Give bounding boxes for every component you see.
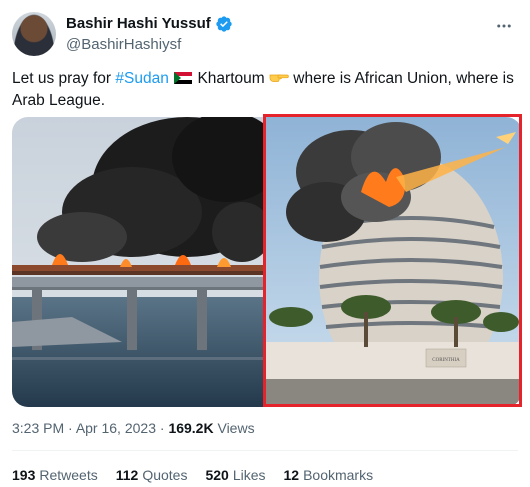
bookmarks-label: Bookmarks [303,467,374,483]
name-row: Bashir Hashi Yussuf [66,14,233,34]
meta-separator: · [64,420,76,436]
hotel-fire-image[interactable]: CORINTHIA [266,117,522,407]
bookmarks-stat[interactable]: 12 Bookmarks [284,465,374,485]
views-label: Views [217,420,255,436]
likes-stat[interactable]: 520 Likes [205,465,265,485]
display-name[interactable]: Bashir Hashi Yussuf [66,14,211,34]
retweets-count: 193 [12,467,36,483]
hashtag-link[interactable]: #Sudan [115,70,168,87]
tweet-date[interactable]: Apr 16, 2023 [76,420,156,436]
retweets-stat[interactable]: 193 Retweets [12,465,98,485]
likes-count: 520 [205,467,229,483]
engagement-stats: 193 Retweets 112 Quotes 520 Likes 12 Bookmar… [12,465,373,485]
sudan-flag-icon [174,69,193,84]
tweet-meta: 3:23 PM · Apr 16, 2023 · 169.2K Views [12,418,255,438]
tweet-header: Bashir Hashi Yussuf @BashirHashiysf [12,12,518,56]
divider [12,450,518,451]
quotes-count: 112 [115,467,139,483]
tweet-text-part1: Let us pray for [12,70,116,87]
hotel-sign: CORINTHIA [432,358,460,363]
tweet-text: Let us pray for #Sudan Khartoum where is… [12,68,522,112]
pointing-hand-icon [269,68,289,90]
tweet-text-part2: Khartoum [193,70,269,87]
handle[interactable]: @BashirHashiysf [66,35,181,55]
verified-badge-icon [216,16,232,32]
bridge-fire-image[interactable] [12,117,264,407]
more-options-icon[interactable] [494,16,514,36]
retweets-label: Retweets [39,467,98,483]
bookmarks-count: 12 [283,467,300,483]
views-count: 169.2K [168,420,214,436]
likes-label: Likes [232,467,266,483]
quotes-stat[interactable]: 112 Quotes [116,465,188,485]
quotes-label: Quotes [142,467,188,483]
tweet-time[interactable]: 3:23 PM [12,420,64,436]
meta-separator: · [155,420,169,436]
avatar[interactable] [12,12,56,56]
media-grid: CORINTHIA [12,117,522,407]
